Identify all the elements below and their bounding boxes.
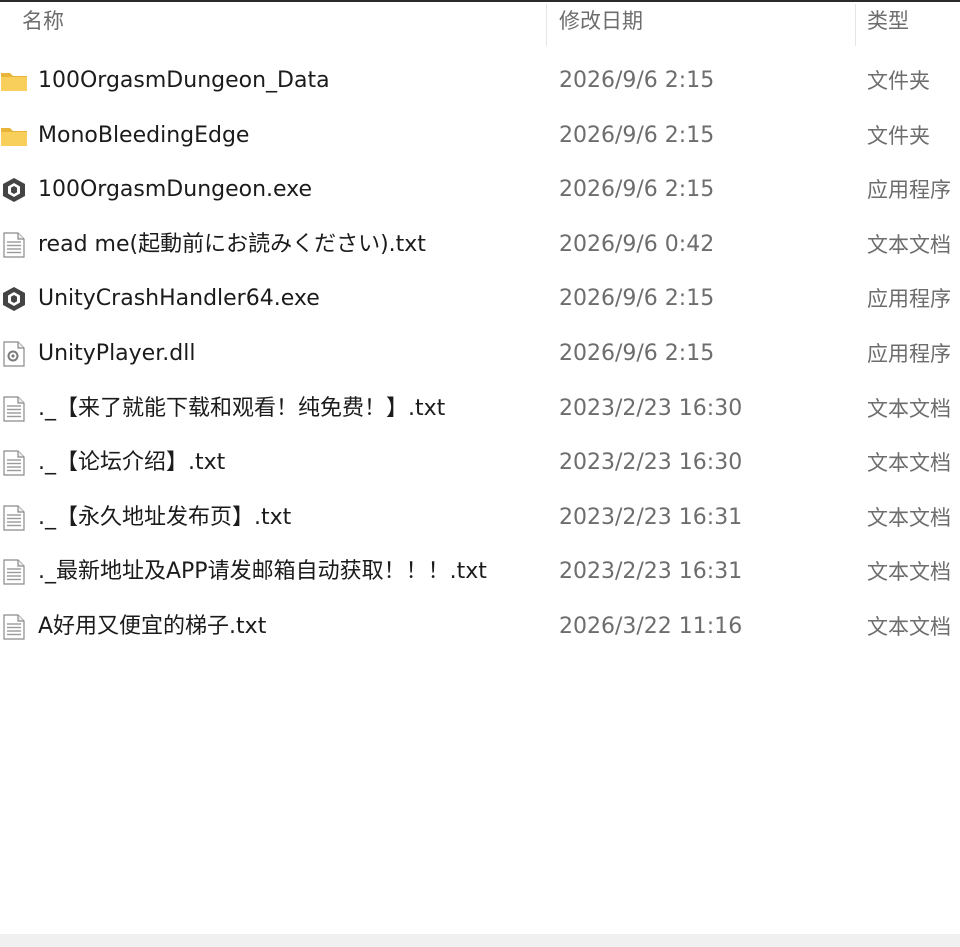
file-type: 文本文档 — [867, 232, 951, 257]
column-header-date[interactable]: 修改日期 — [559, 2, 849, 46]
unity-app-icon — [0, 285, 28, 313]
column-divider[interactable] — [855, 4, 856, 46]
file-type: 应用程序 — [867, 287, 951, 312]
file-modified-date: 2026/9/6 2:15 — [559, 122, 715, 148]
file-type: 应用程序 — [867, 178, 951, 203]
file-type: 应用程序 — [867, 342, 951, 366]
file-modified-date: 2023/2/23 16:30 — [559, 450, 743, 476]
file-modified-date: 2026/9/6 2:15 — [559, 341, 715, 366]
file-name: read me(起動前にお読みください).txt — [38, 231, 426, 257]
file-type: 文本文档 — [867, 396, 951, 421]
file-type: 文件夹 — [867, 69, 930, 93]
file-name: 100OrgasmDungeon_Data — [38, 68, 330, 93]
file-name: ._【论坛介绍】.txt — [38, 450, 226, 476]
file-name: 100OrgasmDungeon.exe — [38, 177, 313, 203]
file-modified-date: 2026/3/22 11:16 — [559, 614, 743, 639]
folder-icon — [0, 122, 28, 150]
horizontal-scrollbar[interactable] — [0, 934, 960, 947]
column-header-bar: 名称 修改日期 类型 — [0, 2, 960, 46]
file-row[interactable]: 100OrgasmDungeon_Data 2026/9/6 2:15 文件夹 — [0, 54, 960, 108]
text-file-icon — [0, 231, 28, 259]
file-modified-date: 2023/2/23 16:31 — [559, 559, 743, 585]
file-name: UnityPlayer.dll — [38, 341, 196, 366]
text-file-icon — [0, 613, 28, 641]
file-modified-date: 2023/2/23 16:31 — [559, 504, 743, 530]
text-file-icon — [0, 449, 28, 477]
column-header-name[interactable]: 名称 — [22, 2, 542, 46]
folder-icon — [0, 67, 28, 95]
unity-app-icon — [0, 176, 28, 204]
file-modified-date: 2023/2/23 16:30 — [559, 395, 743, 421]
file-row[interactable]: A好用又便宜的梯子.txt 2026/3/22 11:16 文本文档 — [0, 600, 960, 654]
file-row[interactable]: MonoBleedingEdge 2026/9/6 2:15 文件夹 — [0, 109, 960, 163]
file-row[interactable]: 100OrgasmDungeon.exe 2026/9/6 2:15 应用程序 — [0, 163, 960, 217]
column-header-type[interactable]: 类型 — [867, 2, 960, 46]
file-row[interactable]: ._【永久地址发布页】.txt 2023/2/23 16:31 文本文档 — [0, 491, 960, 545]
text-file-icon — [0, 504, 28, 532]
file-type: 文本文档 — [867, 451, 951, 476]
file-name: A好用又便宜的梯子.txt — [38, 614, 267, 639]
file-modified-date: 2026/9/6 0:42 — [559, 231, 715, 257]
file-type: 文本文档 — [867, 615, 951, 639]
text-file-icon — [0, 395, 28, 423]
file-modified-date: 2026/9/6 2:15 — [559, 177, 715, 203]
file-row[interactable]: read me(起動前にお読みください).txt 2026/9/6 0:42 文本文… — [0, 218, 960, 272]
file-name: ._【来了就能下载和观看！纯免费！】.txt — [38, 395, 446, 421]
file-row[interactable]: UnityPlayer.dll 2026/9/6 2:15 应用程序 — [0, 327, 960, 381]
file-name: ._最新地址及APP请发邮箱自动获取！！！.txt — [38, 559, 487, 585]
file-type: 文件夹 — [867, 123, 930, 148]
column-divider[interactable] — [546, 4, 547, 46]
file-type: 文本文档 — [867, 560, 951, 585]
file-name: MonoBleedingEdge — [38, 122, 250, 148]
file-row[interactable]: ._最新地址及APP请发邮箱自动获取！！！.txt 2023/2/23 16:31… — [0, 545, 960, 599]
file-name: UnityCrashHandler64.exe — [38, 286, 320, 312]
file-row[interactable]: ._【论坛介绍】.txt 2023/2/23 16:30 文本文档 — [0, 436, 960, 490]
text-file-icon — [0, 558, 28, 586]
dll-file-icon — [0, 340, 28, 368]
file-modified-date: 2026/9/6 2:15 — [559, 68, 715, 93]
file-modified-date: 2026/9/6 2:15 — [559, 286, 715, 312]
file-name: ._【永久地址发布页】.txt — [38, 504, 292, 530]
file-type: 文本文档 — [867, 505, 951, 530]
file-row[interactable]: UnityCrashHandler64.exe 2026/9/6 2:15 应用程序 — [0, 272, 960, 326]
file-row[interactable]: ._【来了就能下载和观看！纯免费！】.txt 2023/2/23 16:30 文本文… — [0, 382, 960, 436]
